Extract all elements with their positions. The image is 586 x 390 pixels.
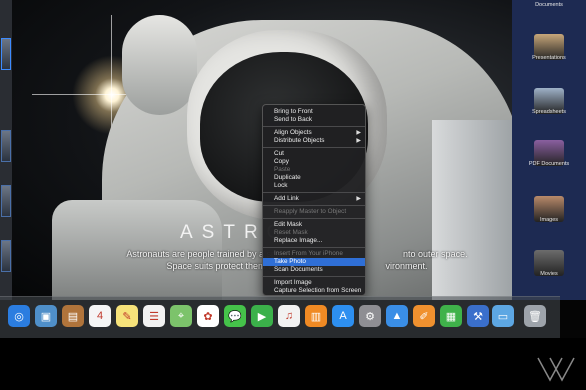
menu-item-reapply-master-to-object: Reapply Master to Object (263, 208, 365, 216)
screen: ASTRO Astronauts are people trained by a… (0, 0, 586, 390)
keynote-icon[interactable]: ▲ (386, 305, 408, 327)
media-browser: Documents Presentations Spreadsheets PDF Do… (512, 0, 586, 300)
menu-item-label: Import Image (274, 279, 312, 286)
verge-logo-icon (537, 357, 575, 382)
menu-item-send-to-back[interactable]: Send to Back (263, 116, 365, 124)
menu-item-label: Paste (274, 166, 291, 173)
menu-separator (263, 276, 365, 277)
system-preferences-icon[interactable]: ⚙ (359, 305, 381, 327)
media-category-images[interactable]: Images (512, 217, 586, 223)
messages-icon[interactable]: 💬 (224, 305, 246, 327)
menu-item-copy[interactable]: Copy (263, 158, 365, 166)
menu-item-scan-documents[interactable]: Scan Documents (263, 266, 365, 274)
menu-item-label: Edit Mask (274, 221, 303, 228)
menu-item-label: Lock (274, 182, 288, 189)
menu-item-distribute-objects[interactable]: Distribute Objects ▶ (263, 137, 365, 145)
submenu-arrow-icon: ▶ (356, 130, 361, 136)
menu-item-label: Bring to Front (274, 108, 313, 115)
preview-icon[interactable]: ▣ (35, 305, 57, 327)
menu-item-import-image[interactable]: Import Image (263, 279, 365, 287)
menu-item-label: Reset Mask (274, 229, 308, 236)
menu-item-label: Send to Back (274, 116, 313, 123)
astronaut-side (432, 120, 512, 300)
menu-item-label: Distribute Objects (274, 137, 325, 144)
menu-item-reset-mask: Reset Mask (263, 229, 365, 237)
facetime-icon[interactable]: ▶ (251, 305, 273, 327)
slide-navigator[interactable] (0, 0, 12, 300)
media-category-documents[interactable]: Documents (512, 2, 586, 8)
menu-separator (263, 192, 365, 193)
media-category-movies[interactable]: Movies (512, 271, 586, 277)
dock: ◎ ▣ ▤ 4 ✎ ☰ ⌖ ✿ 💬 ▶ ♫ ▥ A ⚙ ▲ ✐ ▦ ⚒ ▭ 🗑 (0, 296, 560, 338)
menu-item-label: Take Photo (274, 258, 306, 265)
menu-item-take-photo[interactable]: Take Photo (263, 258, 365, 266)
books-icon[interactable]: ▥ (305, 305, 327, 327)
app-store-icon[interactable]: A (332, 305, 354, 327)
menu-item-label: Scan Documents (274, 266, 323, 273)
menu-item-edit-mask[interactable]: Edit Mask (263, 221, 365, 229)
body-line1-end: nto outer space. (403, 249, 468, 259)
menu-item-label: Cut (274, 150, 284, 157)
menu-item-label: Duplicate (274, 174, 301, 181)
menu-item-add-link[interactable]: Add Link ▶ (263, 195, 365, 203)
menu-item-label: Capture Selection from Screen (274, 287, 362, 294)
context-menu: Bring to Front Send to Back Align Objects ▶… (262, 104, 366, 296)
trash-icon[interactable]: 🗑 (524, 305, 546, 327)
menu-separator (263, 247, 365, 248)
slide-thumbnail[interactable] (1, 185, 11, 217)
pages-icon[interactable]: ✐ (413, 305, 435, 327)
notebook-icon[interactable]: ▤ (62, 305, 84, 327)
menu-separator (263, 126, 365, 127)
astronaut-arm (122, 15, 197, 115)
menu-item-label: Add Link (274, 195, 299, 202)
media-category-presentations[interactable]: Presentations (512, 55, 586, 61)
menu-item-label: Insert From Your iPhone (274, 250, 343, 257)
menu-item-label: Align Objects (274, 129, 312, 136)
submenu-arrow-icon: ▶ (356, 138, 361, 144)
xcode-icon[interactable]: ⚒ (467, 305, 489, 327)
bottom-bar (0, 338, 586, 390)
menu-item-cut[interactable]: Cut (263, 150, 365, 158)
menu-item-label: Reapply Master to Object (274, 208, 347, 215)
slide-thumbnail[interactable] (1, 38, 11, 70)
menu-separator (263, 147, 365, 148)
menu-item-duplicate[interactable]: Duplicate (263, 174, 365, 182)
menu-item-lock[interactable]: Lock (263, 182, 365, 190)
menu-item-replace-image[interactable]: Replace Image... (263, 237, 365, 245)
menu-item-capture-selection-from-screen[interactable]: Capture Selection from Screen (263, 287, 365, 295)
reminders-icon[interactable]: ☰ (143, 305, 165, 327)
slide-thumbnail[interactable] (1, 130, 11, 162)
safari-icon[interactable]: ◎ (8, 305, 30, 327)
maps-icon[interactable]: ⌖ (170, 305, 192, 327)
numbers-icon[interactable]: ▦ (440, 305, 462, 327)
menu-item-insert-from-your-iphone: Insert From Your iPhone (263, 250, 365, 258)
menu-separator (263, 205, 365, 206)
folder-icon[interactable]: ▭ (492, 305, 514, 327)
menu-item-label: Replace Image... (274, 237, 323, 244)
menu-item-bring-to-front[interactable]: Bring to Front (263, 108, 365, 116)
music-icon[interactable]: ♫ (278, 305, 300, 327)
menu-separator (263, 218, 365, 219)
menu-item-label: Copy (274, 158, 289, 165)
menu-item-paste: Paste (263, 166, 365, 174)
photos-icon[interactable]: ✿ (197, 305, 219, 327)
notes-icon[interactable]: ✎ (116, 305, 138, 327)
calendar-icon[interactable]: 4 (89, 305, 111, 327)
submenu-arrow-icon: ▶ (356, 196, 361, 202)
body-line2-end: vironment. (385, 261, 428, 271)
slide-thumbnail[interactable] (1, 240, 11, 272)
menu-item-align-objects[interactable]: Align Objects ▶ (263, 129, 365, 137)
media-category-spreadsheets[interactable]: Spreadsheets (512, 109, 586, 115)
media-category-pdf-documents[interactable]: PDF Documents (512, 161, 586, 167)
